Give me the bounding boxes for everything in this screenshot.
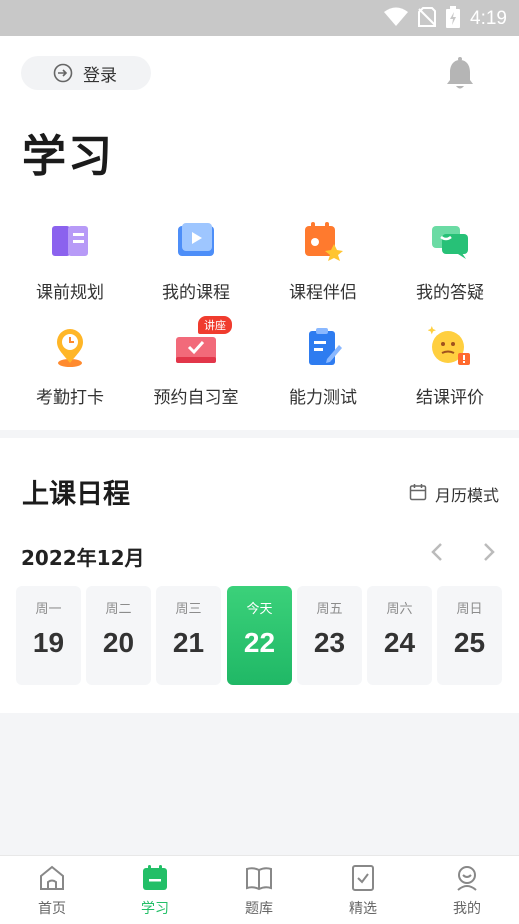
grid-item-companion[interactable]: 课程伴侣 xyxy=(258,220,388,303)
home-icon xyxy=(38,864,66,892)
book-icon xyxy=(245,864,273,892)
learning-header-card: 登录 学习 课前规划 我的课程 课程伴侣 我的答疑 考勤打卡 讲座 预约自习室 … xyxy=(0,36,519,430)
selected-icon xyxy=(349,864,377,892)
day-date: 25 xyxy=(453,627,486,658)
grid-item-label: 能力测试 xyxy=(289,388,357,408)
day-cell[interactable]: 周日 25 xyxy=(437,586,502,685)
grid-item-my-qa[interactable]: 我的答疑 xyxy=(385,220,515,303)
page-title: 学习 xyxy=(22,131,114,182)
bottom-tab-bar: 首页 学习 题库 精选 我的 xyxy=(0,855,519,924)
clipboard-test-icon xyxy=(301,325,345,369)
tab-label: 我的 xyxy=(453,901,481,917)
grid-item-label: 考勤打卡 xyxy=(36,388,104,408)
day-cell[interactable]: 周二 20 xyxy=(86,586,151,685)
grid-item-label: 课前规划 xyxy=(36,283,104,303)
grid-item-label: 我的课程 xyxy=(162,283,230,303)
day-date: 20 xyxy=(102,627,135,658)
schedule-card: 上课日程 月历模式 2022年12月 周一 19 周二 20 周三 21 今天 … xyxy=(0,438,519,713)
schedule-title: 上课日程 xyxy=(22,479,130,510)
month-label: 2022年12月 xyxy=(21,546,145,570)
grid-item-course-rating[interactable]: 结课评价 xyxy=(385,325,515,408)
day-weekday: 周二 xyxy=(105,602,132,617)
tab-selected[interactable]: 精选 xyxy=(323,864,403,918)
day-cell[interactable]: 周一 19 xyxy=(16,586,81,685)
grid-item-my-courses[interactable]: 我的课程 xyxy=(131,220,261,303)
login-label: 登录 xyxy=(83,65,117,86)
day-weekday: 周一 xyxy=(35,602,62,617)
tab-question-bank[interactable]: 题库 xyxy=(219,864,299,918)
plan-icon xyxy=(48,220,92,264)
status-time: 4:19 xyxy=(470,8,507,29)
chevron-left-icon[interactable] xyxy=(430,542,444,566)
day-date: 24 xyxy=(383,627,416,658)
login-button[interactable]: 登录 xyxy=(21,56,151,90)
day-weekday: 周五 xyxy=(316,602,343,617)
tab-profile[interactable]: 我的 xyxy=(427,864,507,918)
tab-label: 首页 xyxy=(38,901,66,917)
day-cell[interactable]: 周六 24 xyxy=(367,586,432,685)
study-room-icon: 讲座 xyxy=(174,316,232,369)
battery-charging-icon xyxy=(446,6,461,32)
bell-icon[interactable] xyxy=(445,57,475,95)
calendar-icon xyxy=(409,483,427,505)
day-weekday: 今天 xyxy=(246,602,273,617)
day-cell[interactable]: 周五 23 xyxy=(297,586,362,685)
login-arrow-icon xyxy=(53,63,73,87)
grid-item-label: 预约自习室 xyxy=(153,388,239,408)
tab-home[interactable]: 首页 xyxy=(12,864,92,918)
status-bar: 4:19 xyxy=(0,0,519,36)
calendar-mode-button[interactable]: 月历模式 xyxy=(409,482,499,506)
tab-label: 学习 xyxy=(141,901,169,917)
day-weekday: 周日 xyxy=(456,602,483,617)
day-cell[interactable]: 周三 21 xyxy=(156,586,221,685)
day-date: 23 xyxy=(313,627,346,658)
day-date: 21 xyxy=(172,627,205,658)
grid-item-study-room[interactable]: 讲座 预约自习室 xyxy=(131,316,261,408)
companion-icon xyxy=(301,220,345,264)
rating-face-icon xyxy=(427,325,472,369)
day-weekday: 周三 xyxy=(175,602,202,617)
tab-label: 题库 xyxy=(245,901,273,917)
chevron-right-icon[interactable] xyxy=(482,542,496,566)
grid-item-attendance[interactable]: 考勤打卡 xyxy=(5,325,135,408)
wifi-icon xyxy=(384,7,409,31)
lecture-badge: 讲座 xyxy=(198,316,232,334)
video-course-icon xyxy=(174,220,218,264)
tab-label: 精选 xyxy=(349,901,377,917)
calendar-mode-label: 月历模式 xyxy=(434,486,499,505)
study-icon xyxy=(141,864,169,892)
grid-item-plan[interactable]: 课前规划 xyxy=(5,220,135,303)
day-cell-today[interactable]: 今天 22 xyxy=(227,586,292,685)
tab-study[interactable]: 学习 xyxy=(115,864,195,918)
week-day-strip: 周一 19 周二 20 周三 21 今天 22 周五 23 周六 24 周日 2… xyxy=(16,586,504,685)
grid-item-ability-test[interactable]: 能力测试 xyxy=(258,325,388,408)
grid-item-label: 我的答疑 xyxy=(416,283,484,303)
grid-item-label: 结课评价 xyxy=(416,388,484,408)
day-weekday: 周六 xyxy=(386,602,413,617)
chat-qa-icon xyxy=(428,220,472,264)
no-sim-icon xyxy=(418,7,437,31)
grid-item-label: 课程伴侣 xyxy=(289,283,357,303)
day-date: 22 xyxy=(243,627,276,658)
profile-icon xyxy=(453,864,481,892)
clock-pin-icon xyxy=(48,325,92,369)
day-date: 19 xyxy=(32,627,65,658)
